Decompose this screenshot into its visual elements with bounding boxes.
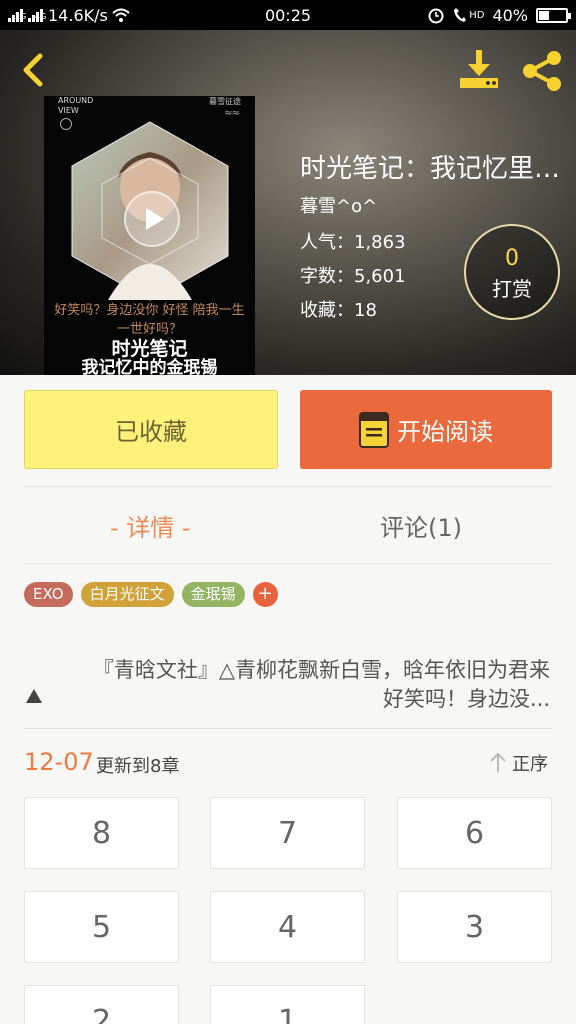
arrow-up-icon: [490, 752, 506, 772]
play-video-icon[interactable]: [124, 191, 180, 247]
expand-toggle-icon[interactable]: [24, 685, 44, 705]
tip-button[interactable]: 0 打赏: [464, 224, 560, 320]
collected-button[interactable]: 已收藏: [24, 390, 278, 469]
call-icon: [454, 8, 467, 22]
chapter-button[interactable]: 1: [210, 985, 365, 1024]
share-icon[interactable]: [520, 48, 566, 94]
book-icon: [359, 411, 389, 448]
cover-author-mark: 暮雪征途: [209, 97, 241, 106]
description-line-2: 好笑吗！身边没...: [382, 687, 550, 711]
divider: [24, 728, 552, 729]
start-reading-button[interactable]: 开始阅读: [300, 390, 552, 469]
chapter-button[interactable]: 5: [24, 891, 179, 963]
book-description[interactable]: 『青晗文社』△青柳花飘新白雪，晗年依旧为君来 好笑吗！身边没...: [64, 656, 550, 714]
back-arrow-icon[interactable]: [14, 50, 54, 90]
chapter-button[interactable]: 6: [397, 797, 552, 869]
tag-contest[interactable]: 白月光征文: [80, 582, 174, 607]
description-line-1: 『青晗文社』△青柳花飘新白雪，晗年依旧为君来: [92, 658, 550, 682]
cover-tagline: 好笑吗？身边没你 好怪 陪我一生: [54, 303, 245, 318]
chapter-button[interactable]: 3: [397, 891, 552, 963]
chapter-button[interactable]: 7: [210, 797, 365, 869]
battery-percent: 40%: [492, 5, 528, 25]
tip-label: 打赏: [492, 277, 532, 301]
signal-icon-4g: 4G: [28, 8, 46, 22]
update-date: 12-07: [24, 748, 94, 776]
download-icon[interactable]: [456, 46, 502, 92]
favorites-stat: 收藏：18: [300, 300, 377, 321]
tag-exo[interactable]: EXO: [24, 582, 73, 607]
chapter-button[interactable]: 4: [210, 891, 365, 963]
sort-label: 正序: [512, 754, 548, 775]
cover-brand: AROUND VIEW: [58, 96, 94, 115]
network-speed: 14.6K/s: [48, 5, 108, 25]
word-count-stat: 字数：5,601: [300, 266, 406, 287]
tab-comments[interactable]: 评论(1): [380, 508, 462, 543]
chapter-button[interactable]: 8: [24, 797, 179, 869]
start-reading-label: 开始阅读: [397, 418, 493, 446]
battery-icon: [536, 7, 571, 23]
chapter-button[interactable]: 2: [24, 985, 179, 1024]
book-title: 时光笔记：我记忆里的金珉锡: [300, 154, 576, 184]
cover-subtitle: 我记忆中的金珉锡: [81, 358, 218, 375]
alarm-icon: [428, 8, 444, 24]
hd-badge: HD: [469, 9, 485, 21]
add-tag-button[interactable]: +: [252, 582, 278, 607]
book-cover[interactable]: AROUND VIEW 暮雪征途 ≈≈ 好笑吗？身边没你 好怪 陪我一生 一世好…: [44, 96, 255, 375]
signal-icon: 2G: [8, 8, 26, 22]
tag-character[interactable]: 金珉锡: [181, 582, 245, 607]
popularity-stat: 人气：1,863: [300, 232, 406, 253]
tag-list: EXO 白月光征文 金珉锡 +: [24, 582, 278, 607]
divider: [24, 563, 552, 564]
tip-count: 0: [505, 246, 519, 271]
collected-label: 已收藏: [115, 418, 187, 446]
book-author[interactable]: 暮雪^o^: [300, 192, 377, 218]
status-bar: 2G 4G 14.6K/s 00:25 HD 40%: [0, 0, 576, 30]
sort-order-button[interactable]: 正序: [488, 750, 548, 776]
tab-detail[interactable]: - 详情 -: [110, 508, 191, 543]
divider: [24, 486, 552, 487]
update-status: 更新到8章: [96, 756, 180, 777]
book-header: AROUND VIEW 暮雪征途 ≈≈ 好笑吗？身边没你 好怪 陪我一生 一世好…: [0, 30, 576, 375]
wifi-icon: [112, 8, 130, 22]
